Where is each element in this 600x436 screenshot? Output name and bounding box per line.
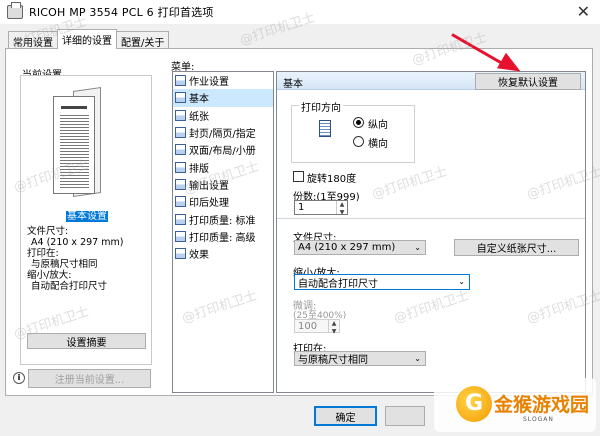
ok-button[interactable]: 确定 bbox=[314, 406, 377, 426]
menu-item-effects[interactable]: 效果 bbox=[173, 245, 273, 262]
logo-text: 金猴游戏园 bbox=[494, 394, 590, 416]
portrait-page-icon bbox=[319, 120, 331, 137]
portrait-label: 纵向 bbox=[368, 120, 388, 131]
info-scale-value: 自动配合打印尺寸 bbox=[31, 281, 108, 292]
document-preview-icon bbox=[53, 96, 95, 194]
chevron-down-icon: ⌄ bbox=[414, 243, 421, 252]
menu-item-quality-standard[interactable]: 打印质量: 标准 bbox=[173, 210, 273, 227]
menu-item-layout[interactable]: 排版 bbox=[173, 158, 273, 175]
adjust-input[interactable]: 100 ▲ ▼ bbox=[294, 319, 340, 335]
quality-standard-icon bbox=[175, 213, 186, 225]
tab-detailed-settings[interactable]: 详细的设置 bbox=[57, 29, 117, 49]
printer-icon bbox=[7, 2, 23, 19]
cover-icon bbox=[175, 127, 186, 139]
menu-item-job-settings[interactable]: 作业设置 bbox=[173, 72, 273, 89]
basic-icon bbox=[175, 92, 186, 104]
effects-icon bbox=[175, 248, 186, 260]
duplex-icon bbox=[175, 144, 186, 156]
output-icon bbox=[175, 178, 186, 190]
custom-paper-size-button[interactable]: 自定义纸张尺寸... bbox=[454, 239, 579, 256]
menu-item-output[interactable]: 输出设置 bbox=[173, 176, 273, 193]
close-icon[interactable]: ✕ bbox=[577, 2, 590, 21]
tab-config-about[interactable]: 配置/关于 bbox=[116, 31, 170, 49]
menu-item-duplex[interactable]: 双面/布局/小册 bbox=[173, 141, 273, 158]
info-icon: i bbox=[13, 372, 25, 384]
paper-icon bbox=[175, 109, 186, 121]
window-title: RICOH MP 3554 PCL 6 打印首选项 bbox=[29, 6, 214, 19]
chevron-down-icon: ⌄ bbox=[414, 354, 421, 363]
copies-spinner-icon[interactable]: ▲ ▼ bbox=[336, 201, 347, 216]
settings-summary-button[interactable]: 设置摘要 bbox=[27, 333, 146, 349]
job-settings-icon bbox=[175, 75, 186, 87]
menu-item-quality-advanced[interactable]: 打印质量: 高级 bbox=[173, 228, 273, 245]
rotate-checkbox[interactable] bbox=[293, 171, 304, 182]
portrait-radio[interactable] bbox=[353, 117, 364, 128]
info-print-on-label: 打印在: bbox=[27, 248, 59, 259]
info-scale-label: 缩小/放大: bbox=[27, 270, 72, 281]
menu-item-basic[interactable]: 基本 bbox=[173, 89, 273, 107]
title-bar: RICOH MP 3554 PCL 6 打印首选项 ✕ bbox=[0, 0, 600, 24]
orientation-label: 打印方向 bbox=[299, 99, 343, 114]
menu-item-finishing[interactable]: 印后处理 bbox=[173, 193, 273, 210]
tab-bar: 常用设置 详细的设置 配置/关于 bbox=[8, 29, 170, 49]
copies-input[interactable]: 1 ▲ ▼ bbox=[294, 200, 348, 216]
basic-settings-area: 基本 恢复默认设置 打印方向 纵向 横向 旋转180度 份数:(1至999) 1… bbox=[276, 71, 586, 393]
landscape-radio[interactable] bbox=[353, 136, 364, 147]
section-title: 基本 bbox=[283, 79, 303, 90]
info-paper-size-value: A4 (210 x 297 mm) bbox=[31, 237, 124, 248]
chevron-down-icon: ⌄ bbox=[458, 277, 465, 286]
site-logo: G 金猴游戏园 SLOGAN bbox=[434, 378, 596, 432]
rotate-label: 旋转180度 bbox=[307, 174, 357, 185]
scale-select[interactable]: 自动配合打印尺寸 ⌄ bbox=[294, 274, 470, 290]
tab-common-settings[interactable]: 常用设置 bbox=[8, 31, 58, 49]
quality-advanced-icon bbox=[175, 230, 186, 242]
selected-setting-name[interactable]: 基本设置 bbox=[66, 207, 108, 222]
finishing-icon bbox=[175, 196, 186, 208]
menu-list: 作业设置 基本 纸张 封页/隔页/指定 双面/布局/小册 排版 输出设置 印后处… bbox=[172, 71, 274, 393]
logo-emblem: G bbox=[456, 386, 492, 422]
menu-item-cover[interactable]: 封页/隔页/指定 bbox=[173, 124, 273, 141]
cancel-button[interactable] bbox=[385, 406, 425, 426]
logo-slogan: SLOGAN bbox=[523, 416, 554, 423]
restore-defaults-button[interactable]: 恢复默认设置 bbox=[475, 73, 581, 90]
separator bbox=[277, 218, 585, 219]
paper-size-select[interactable]: A4 (210 x 297 mm) ⌄ bbox=[294, 240, 426, 255]
info-paper-size-label: 文件尺寸: bbox=[27, 226, 69, 237]
info-print-on-value: 与原稿尺寸相同 bbox=[31, 259, 98, 270]
landscape-label: 横向 bbox=[368, 139, 388, 150]
menu-item-paper[interactable]: 纸张 bbox=[173, 107, 273, 124]
layout-icon bbox=[175, 161, 186, 173]
adjust-spinner-icon[interactable]: ▲ ▼ bbox=[328, 320, 339, 335]
print-on-select[interactable]: 与原稿尺寸相同 ⌄ bbox=[294, 351, 426, 366]
register-settings-button[interactable]: 注册当前设置... bbox=[28, 369, 151, 388]
